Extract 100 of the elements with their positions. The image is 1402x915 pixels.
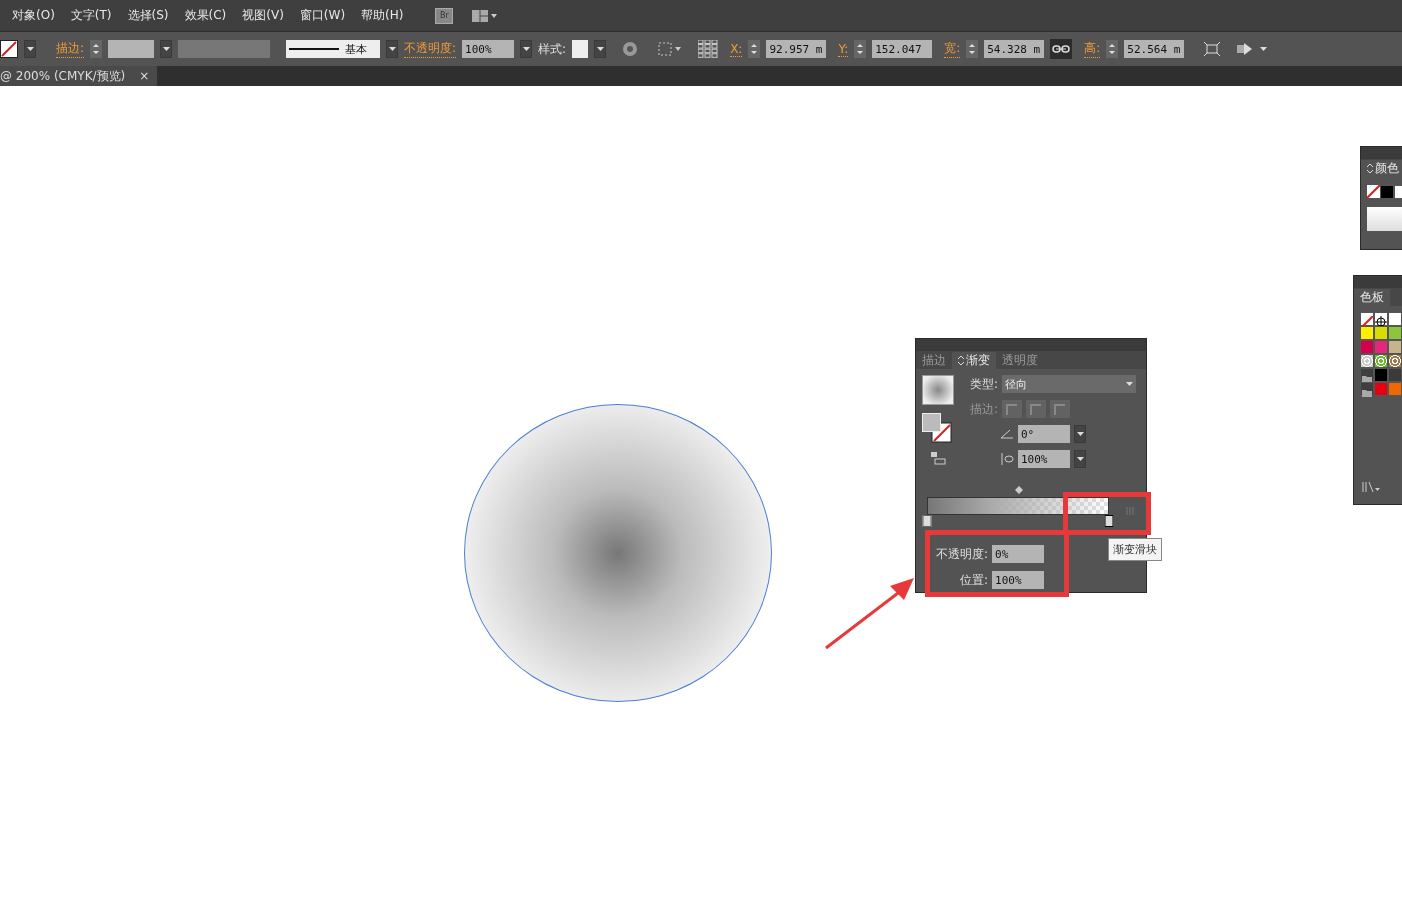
stroke-label: 描边: (970, 400, 999, 418)
aspect-ratio-field[interactable]: 100% (1018, 450, 1070, 468)
menu-item[interactable]: 帮助(H) (353, 7, 412, 24)
color-swatch[interactable] (1388, 312, 1402, 326)
color-swatch[interactable] (1360, 354, 1374, 368)
stroke-label: 描边: (56, 40, 85, 58)
angle-field[interactable]: 0° (1018, 425, 1070, 443)
fill-swatch-icon[interactable] (0, 40, 18, 58)
close-button[interactable]: × (139, 69, 150, 83)
panel-tab[interactable]: 色板 (1354, 289, 1390, 306)
caret-icon (1126, 382, 1134, 386)
gradient-stop[interactable] (1104, 515, 1114, 527)
dropdown-button[interactable] (1074, 425, 1086, 443)
style-label: 样式: (538, 40, 567, 58)
menu-item[interactable]: 窗口(W) (291, 7, 354, 24)
caret-icon (1076, 457, 1084, 461)
color-swatch[interactable] (1360, 382, 1374, 396)
isolate-icon[interactable] (1204, 42, 1221, 56)
stroke-swatch-icon[interactable] (922, 413, 952, 443)
dimension-label: 宽: (944, 40, 961, 58)
arrange-icon[interactable] (1236, 42, 1269, 56)
dimension-label: X: (730, 41, 743, 57)
opacity-label[interactable]: 不透明度: (404, 40, 457, 58)
brush-style-field[interactable]: 基本 (286, 40, 381, 58)
graphic-style-field[interactable] (572, 40, 589, 58)
dimension-field[interactable]: 52.564 m (1124, 40, 1185, 58)
menu-item[interactable]: 效果(C) (176, 7, 235, 24)
link-icon[interactable] (1050, 39, 1073, 59)
chevron-icon (958, 356, 964, 365)
stroke-line-icon (289, 48, 340, 50)
align-grid-icon[interactable] (698, 40, 719, 58)
aspect-ratio-icon (1000, 452, 1014, 466)
bridge-button[interactable]: Br (435, 7, 454, 24)
location-field[interactable]: 100% (992, 571, 1045, 589)
color-swatch[interactable] (1388, 340, 1402, 354)
caret-icon (596, 47, 604, 51)
dimension-field[interactable]: 54.328 m (984, 40, 1045, 58)
menu-item[interactable]: 对象(O) (4, 7, 63, 24)
opacity-label: 不透明度: (936, 545, 989, 563)
color-swatch[interactable] (1388, 326, 1402, 340)
stepper-button[interactable] (748, 40, 761, 58)
color-swatch[interactable] (1388, 368, 1402, 382)
transform-icon[interactable] (658, 42, 683, 56)
menu-item[interactable]: 视图(V) (234, 7, 292, 24)
up-down-arrows-icon (93, 43, 100, 55)
dimension-label: Y: (838, 41, 849, 57)
caret-icon (522, 47, 530, 51)
type-label: 类型: (970, 375, 999, 393)
gradient-ramp[interactable] (927, 497, 1109, 515)
document-tab[interactable]: @ 200% (CMYK/预览) (0, 67, 126, 85)
dropdown-button[interactable] (594, 40, 607, 58)
caret-icon (26, 47, 34, 51)
color-swatch[interactable] (1360, 368, 1374, 382)
stepper-button[interactable] (1106, 40, 1119, 58)
up-down-arrows-icon (751, 43, 758, 55)
color-swatch[interactable] (1360, 312, 1374, 326)
panel-tab[interactable]: 颜色 (1361, 160, 1402, 177)
up-down-arrows-icon (1109, 43, 1116, 55)
color-swatch[interactable] (1374, 326, 1388, 340)
dropdown-button[interactable] (160, 40, 173, 58)
layout-icon[interactable] (471, 8, 498, 23)
opacity-field[interactable]: 100% (462, 40, 515, 58)
up-down-arrows-icon (857, 43, 864, 55)
caret-icon (1076, 432, 1084, 436)
dropdown-button[interactable] (386, 40, 399, 58)
midpoint-icon[interactable] (1015, 486, 1023, 494)
color-swatch[interactable] (1374, 312, 1388, 326)
swatch-library-icon[interactable] (1362, 482, 1380, 492)
panel-tab[interactable]: 渐变 (952, 352, 996, 369)
up-down-arrows-icon (969, 43, 976, 55)
menu-item[interactable]: 选择(S) (119, 7, 177, 24)
none-swatch-icon[interactable] (1367, 185, 1380, 198)
menu-item[interactable]: 文字(T) (62, 7, 120, 24)
dropdown-button[interactable] (520, 40, 533, 58)
dimension-label: 高: (1084, 40, 1101, 58)
color-swatch[interactable] (1388, 354, 1402, 368)
dropdown-button[interactable] (24, 40, 36, 58)
stop-opacity-field[interactable]: 0% (992, 545, 1045, 563)
color-swatch[interactable] (1374, 382, 1388, 396)
color-swatch[interactable] (1388, 382, 1402, 396)
caret-icon (388, 47, 396, 51)
dropdown-button[interactable] (1074, 450, 1086, 468)
angle-icon (1000, 429, 1014, 439)
color-spectrum[interactable] (1367, 207, 1402, 231)
color-swatch[interactable] (1360, 326, 1374, 340)
gradient-type-dropdown[interactable]: 径向 (1002, 375, 1137, 393)
reverse-gradient-icon[interactable] (930, 451, 946, 465)
color-swatch[interactable] (1360, 340, 1374, 354)
caret-icon (162, 47, 170, 51)
stroke-weight-field[interactable] (108, 40, 155, 58)
color-swatch[interactable] (1380, 185, 1394, 199)
color-swatch[interactable] (1374, 368, 1388, 382)
color-swatch[interactable] (1374, 340, 1388, 354)
stepper-button[interactable] (966, 40, 979, 58)
dimension-field[interactable]: 92.957 m (766, 40, 827, 58)
stepper-button[interactable] (854, 40, 867, 58)
color-swatch[interactable] (1374, 354, 1388, 368)
dimension-field[interactable]: 152.047 (872, 40, 933, 58)
stepper-button[interactable] (90, 40, 103, 58)
recolor-icon[interactable] (622, 41, 639, 57)
